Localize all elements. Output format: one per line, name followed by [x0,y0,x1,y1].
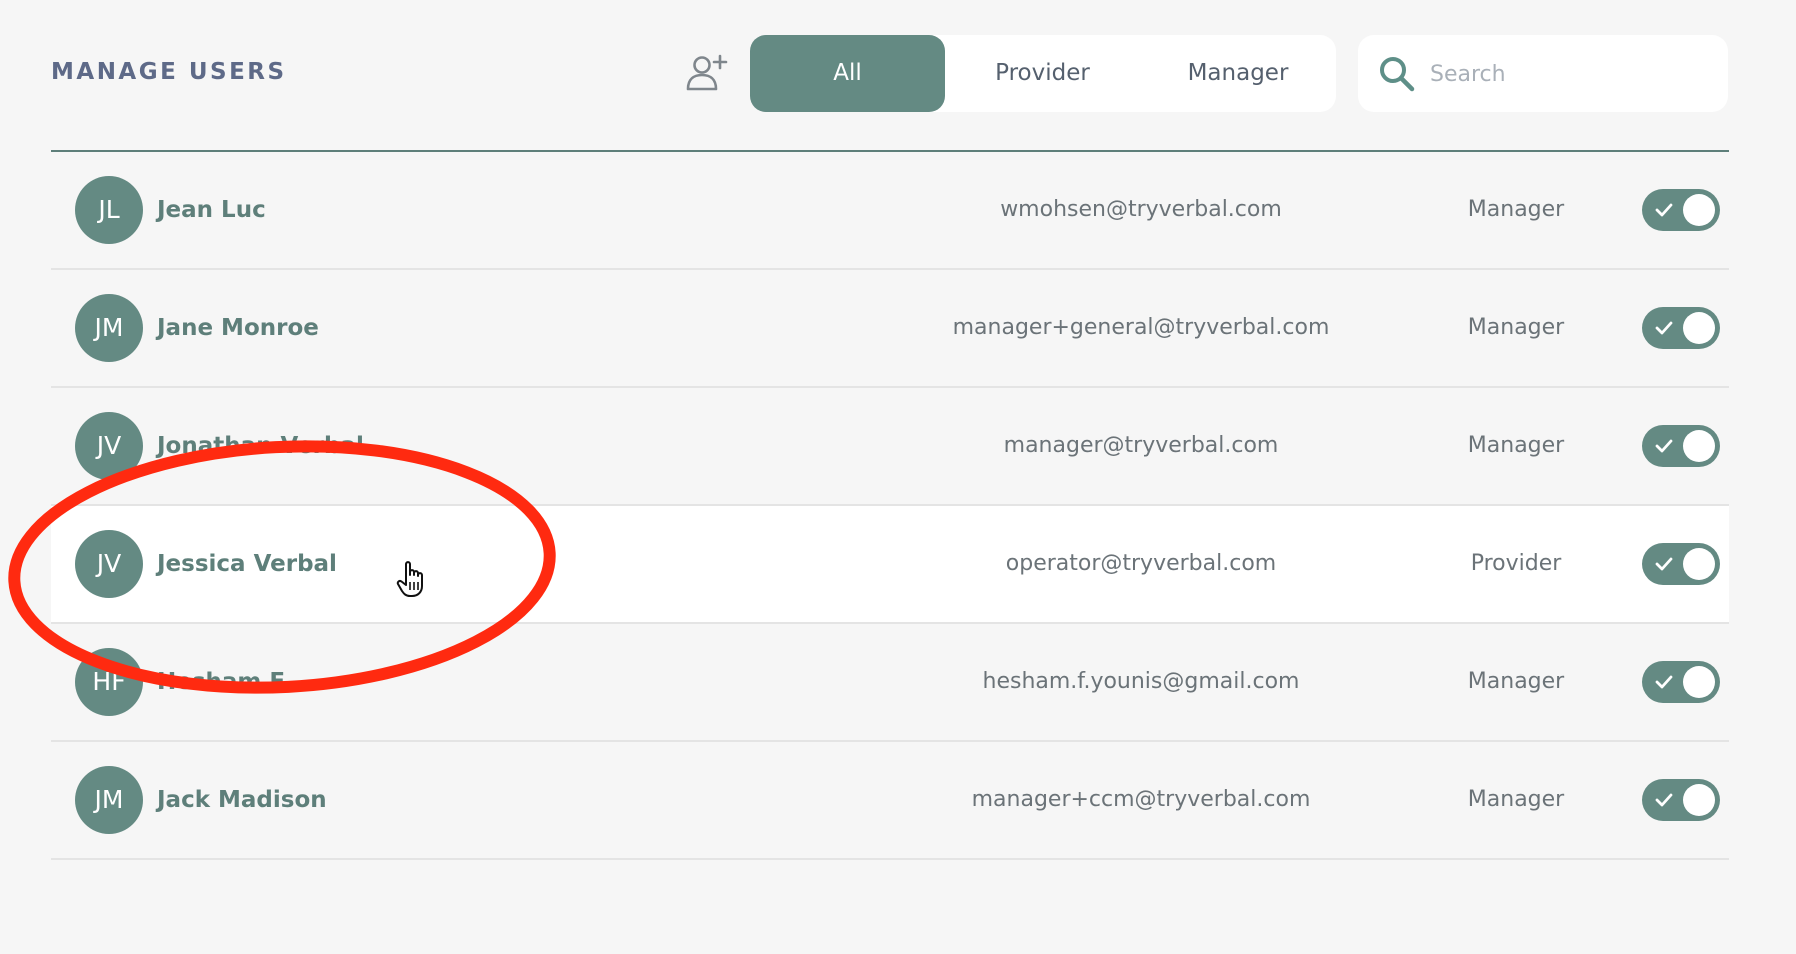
user-role: Manager [1467,433,1565,458]
user-name[interactable]: Jean Luc [157,152,266,268]
tab-provider[interactable]: Provider [945,35,1140,112]
toggle-knob [1683,548,1715,580]
user-role: Provider [1470,551,1562,576]
check-icon [1655,439,1673,453]
page-title: MANAGE USERS [51,59,287,85]
user-row[interactable]: JL Jean Luc wmohsen@tryverbal.com Manage… [51,152,1729,270]
user-name[interactable]: Jonathan Verbal [157,388,364,504]
user-enabled-toggle[interactable] [1642,661,1720,703]
user-row[interactable]: HF Hesham F hesham.f.younis@gmail.com Ma… [51,624,1729,742]
user-email: hesham.f.younis@gmail.com [982,669,1300,694]
user-enabled-toggle[interactable] [1642,425,1720,467]
check-icon [1655,675,1673,689]
user-role: Manager [1467,197,1565,222]
user-email: manager+general@tryverbal.com [952,315,1330,340]
user-role: Manager [1467,315,1565,340]
user-role: Manager [1467,669,1565,694]
user-row-hovered[interactable]: JV Jessica Verbal operator@tryverbal.com… [51,506,1729,624]
user-name[interactable]: Hesham F [157,624,285,740]
toggle-knob [1683,312,1715,344]
avatar: JV [75,530,143,598]
toggle-knob [1683,430,1715,462]
user-row[interactable]: JM Jack Madison manager+ccm@tryverbal.co… [51,742,1729,860]
check-icon [1655,203,1673,217]
user-enabled-toggle[interactable] [1642,779,1720,821]
user-email: manager+ccm@tryverbal.com [971,787,1311,812]
user-list: JL Jean Luc wmohsen@tryverbal.com Manage… [51,152,1729,860]
hand-cursor-icon [396,561,423,597]
user-name[interactable]: Jane Monroe [157,270,319,386]
user-enabled-toggle[interactable] [1642,189,1720,231]
user-row[interactable]: JV Jonathan Verbal manager@tryverbal.com… [51,388,1729,506]
tab-manager[interactable]: Manager [1140,35,1336,112]
user-enabled-toggle[interactable] [1642,543,1720,585]
tab-all[interactable]: All [750,35,945,112]
manage-users-page: MANAGE USERS All Provider Manager J [0,0,1796,954]
search-input[interactable] [1428,53,1712,95]
check-icon [1655,793,1673,807]
avatar: JM [75,766,143,834]
user-name[interactable]: Jessica Verbal [157,506,337,622]
check-icon [1655,557,1673,571]
avatar: JV [75,412,143,480]
user-email: manager@tryverbal.com [1003,433,1279,458]
user-email: wmohsen@tryverbal.com [1000,197,1282,222]
user-name[interactable]: Jack Madison [157,742,327,858]
user-role: Manager [1467,787,1565,812]
avatar: JM [75,294,143,362]
search-icon [1380,57,1415,92]
avatar: HF [75,648,143,716]
user-enabled-toggle[interactable] [1642,307,1720,349]
toggle-knob [1683,784,1715,816]
toggle-knob [1683,194,1715,226]
add-user-button[interactable] [685,53,729,93]
add-user-icon [686,54,728,91]
avatar: JL [75,176,143,244]
user-row[interactable]: JM Jane Monroe manager+general@tryverbal… [51,270,1729,388]
role-filter-tabs: All Provider Manager [750,35,1336,112]
user-email: operator@tryverbal.com [1005,551,1277,576]
header: MANAGE USERS All Provider Manager [0,0,1796,152]
check-icon [1655,321,1673,335]
search-box [1358,35,1728,112]
toggle-knob [1683,666,1715,698]
